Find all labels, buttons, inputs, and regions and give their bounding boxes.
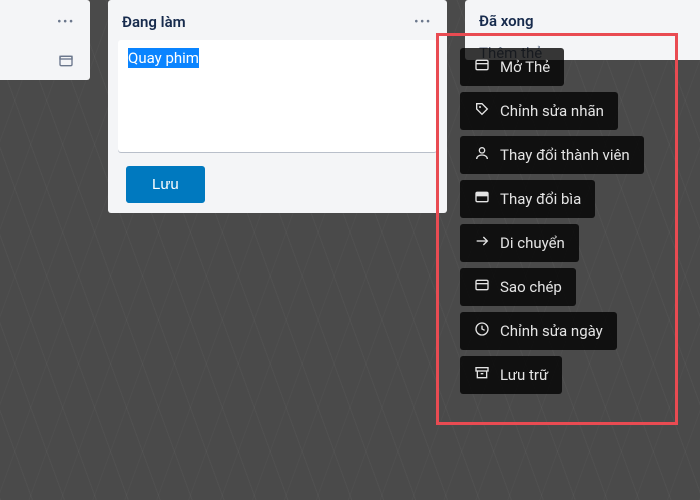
tag-icon	[474, 101, 490, 121]
ctx-change-members[interactable]: Thay đổi thành viên	[460, 136, 644, 174]
save-button[interactable]: Lưu	[126, 166, 205, 203]
card-text-selected[interactable]: Quay phim	[128, 48, 199, 68]
clock-icon	[474, 321, 490, 341]
card-icon	[474, 57, 490, 77]
list-title[interactable]: Đã xong	[479, 12, 534, 30]
ctx-label: Chỉnh sửa nhãn	[500, 102, 604, 120]
ctx-label: Sao chép	[500, 278, 562, 296]
user-icon	[474, 145, 490, 165]
ctx-label: Thay đổi thành viên	[500, 146, 630, 164]
template-icon[interactable]	[56, 52, 76, 70]
ctx-edit-labels[interactable]: Chỉnh sửa nhãn	[460, 92, 618, 130]
card-editor[interactable]: Quay phim	[118, 40, 437, 152]
more-icon[interactable]: •••	[413, 12, 433, 32]
ctx-copy[interactable]: Sao chép	[460, 268, 576, 306]
ctx-edit-dates[interactable]: Chỉnh sửa ngày	[460, 312, 617, 350]
ctx-archive[interactable]: Lưu trữ	[460, 356, 562, 394]
ctx-label: Chỉnh sửa ngày	[500, 322, 603, 340]
ctx-move[interactable]: Di chuyển	[460, 224, 579, 262]
more-icon[interactable]: •••	[56, 12, 76, 32]
ctx-label: Di chuyển	[500, 234, 565, 252]
ctx-open-card[interactable]: Mở Thẻ	[460, 48, 564, 86]
card-icon	[474, 277, 490, 297]
list-column-prev: •••	[0, 0, 90, 80]
list-column-doing: Đang làm ••• Quay phim Lưu	[108, 0, 447, 213]
list-title[interactable]: Đang làm	[122, 13, 186, 31]
arrow-icon	[474, 233, 490, 253]
ctx-label: Mở Thẻ	[500, 58, 550, 76]
ctx-label: Lưu trữ	[500, 366, 548, 384]
ctx-change-cover[interactable]: Thay đổi bìa	[460, 180, 595, 218]
archive-icon	[474, 365, 490, 385]
ctx-label: Thay đổi bìa	[500, 190, 581, 208]
cover-icon	[474, 189, 490, 209]
card-context-menu: Mở Thẻ Chỉnh sửa nhãn Thay đổi thành viên T…	[460, 48, 644, 394]
